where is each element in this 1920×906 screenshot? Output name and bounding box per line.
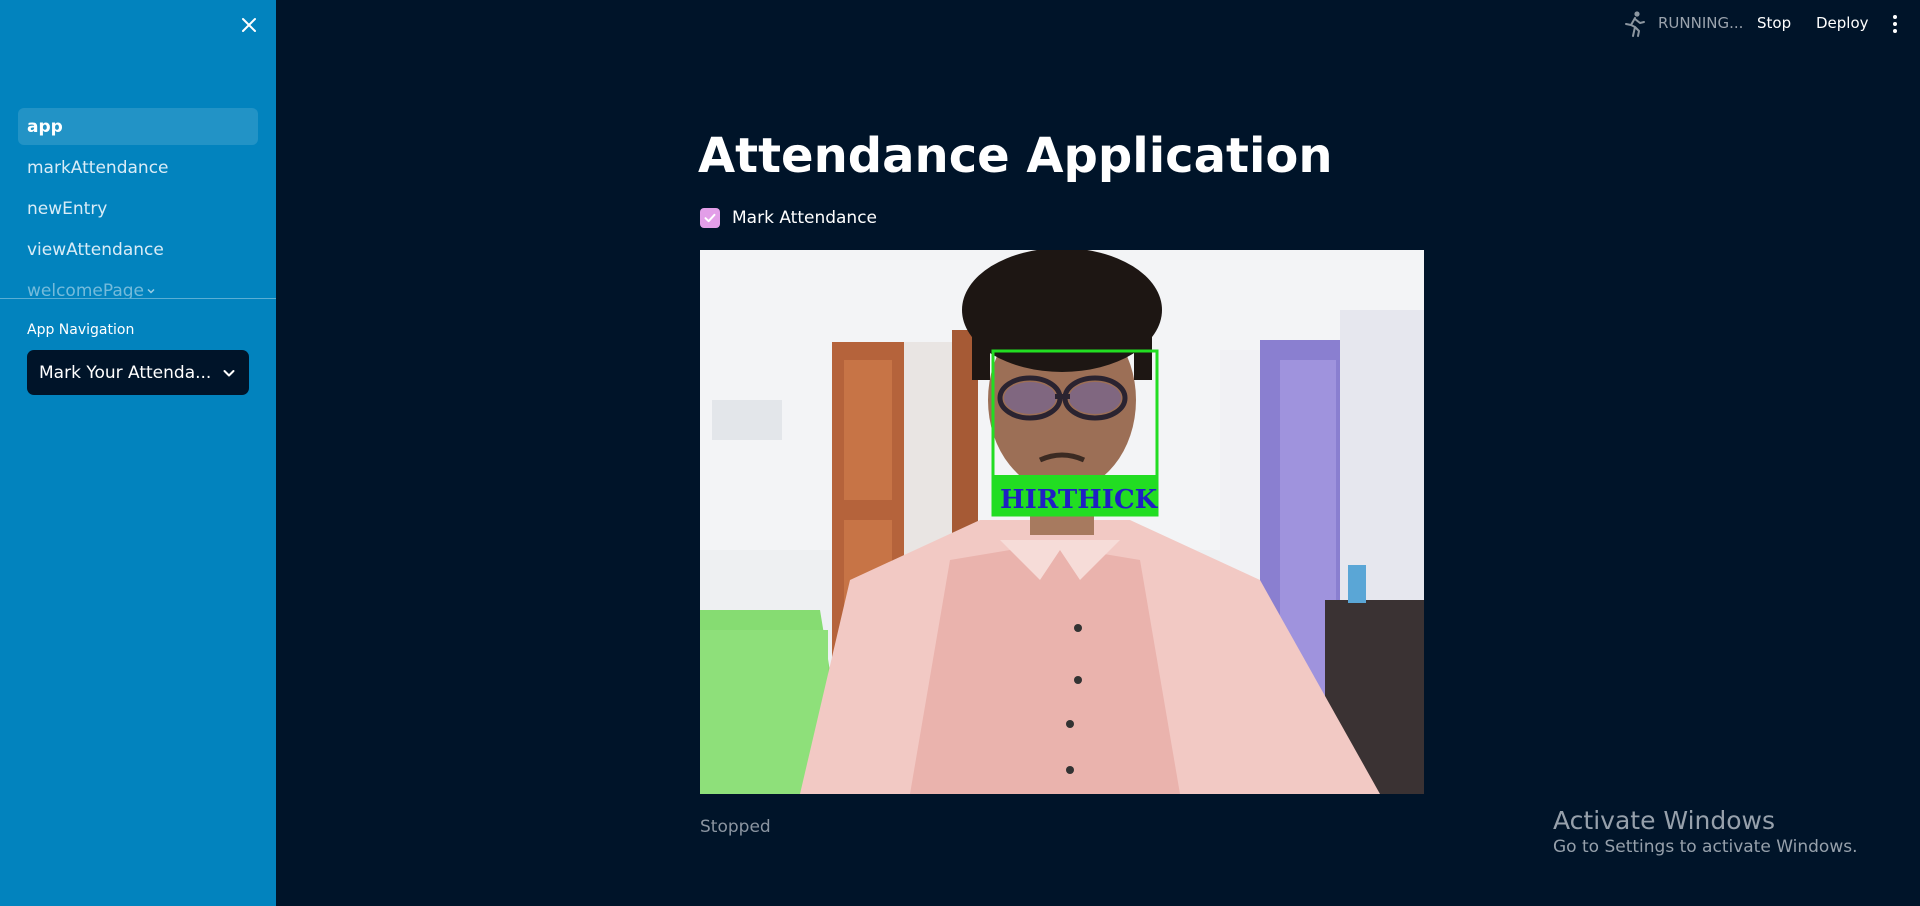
watermark-title: Activate Windows [1553, 806, 1775, 835]
page-title: Attendance Application [698, 128, 1333, 184]
checkmark-icon [704, 213, 716, 223]
close-sidebar-button[interactable] [236, 12, 262, 38]
app-navigation-select[interactable]: Mark Your Attenda... [27, 350, 249, 395]
nav-item-label: app [27, 116, 63, 137]
nav-item-welcomepage[interactable]: welcomePage [18, 272, 258, 298]
chevron-down-icon [223, 369, 235, 376]
nav-item-app[interactable]: app [18, 108, 258, 145]
nav-item-label: viewAttendance [27, 239, 164, 260]
webcam-frame-image: HIRTHICK [700, 250, 1424, 794]
deploy-button[interactable]: Deploy [1816, 14, 1869, 32]
nav-item-label: markAttendance [27, 157, 169, 178]
close-icon [242, 18, 256, 32]
running-status: RUNNING... [1658, 14, 1744, 32]
nav-item-newentry[interactable]: newEntry [18, 190, 258, 227]
page-nav: app markAttendance newEntry viewAttendan… [18, 108, 258, 298]
nav-item-label: newEntry [27, 198, 108, 219]
app-navigation-label: App Navigation [27, 322, 135, 338]
windows-activation-watermark: Activate Windows Go to Settings to activ… [1553, 806, 1858, 857]
stream-status: Stopped [700, 817, 771, 837]
mark-attendance-checkbox[interactable]: Mark Attendance [700, 208, 877, 228]
running-man-icon [1625, 11, 1645, 37]
chevron-down-icon[interactable] [146, 286, 156, 296]
face-label: HIRTHICK [1000, 485, 1159, 515]
webcam-feed: HIRTHICK [700, 250, 1424, 794]
checkbox-box[interactable] [700, 208, 720, 228]
sidebar: app markAttendance newEntry viewAttendan… [0, 0, 276, 906]
checkbox-label: Mark Attendance [732, 208, 878, 228]
nav-item-viewattendance[interactable]: viewAttendance [18, 231, 258, 268]
sidebar-divider [0, 298, 276, 299]
stop-button[interactable]: Stop [1757, 14, 1791, 32]
select-value: Mark Your Attenda... [39, 362, 212, 383]
nav-item-markattendance[interactable]: markAttendance [18, 149, 258, 186]
more-menu-icon[interactable] [1889, 12, 1901, 36]
nav-item-label: welcomePage [27, 280, 145, 299]
watermark-subtitle: Go to Settings to activate Windows. [1553, 837, 1858, 857]
